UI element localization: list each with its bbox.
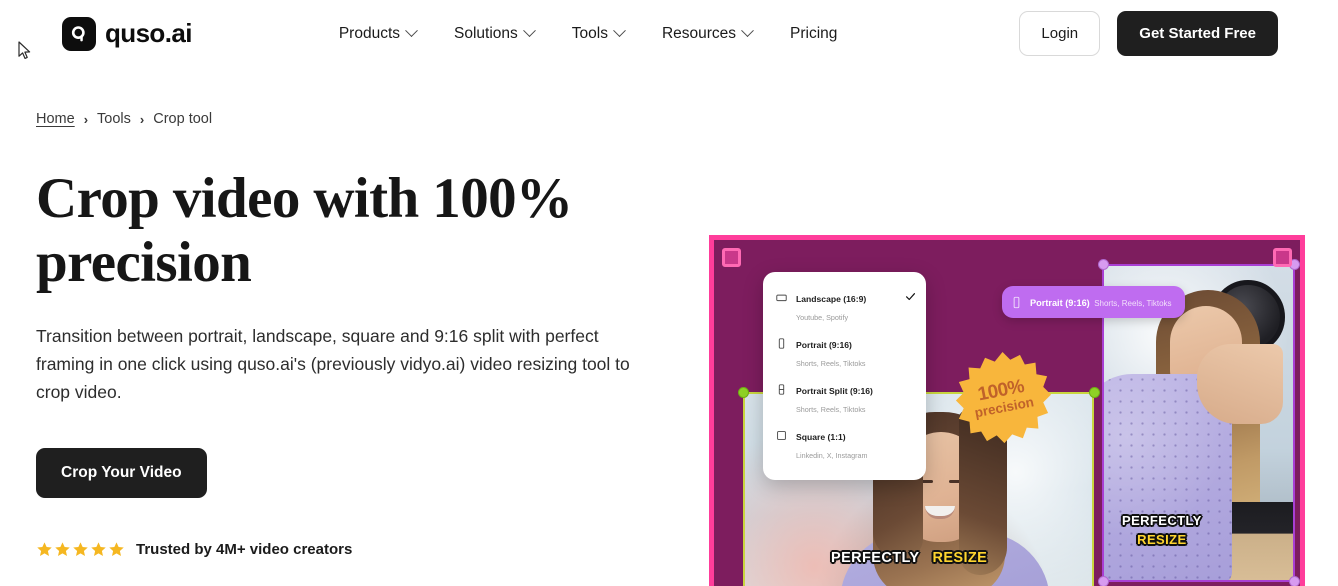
nav-item-solutions-label: Solutions xyxy=(454,24,518,42)
portrait-handle-top-left[interactable] xyxy=(1098,259,1109,270)
frame-handle-top-left[interactable] xyxy=(722,248,741,267)
nav-item-products-label: Products xyxy=(338,24,400,42)
checkmark-icon xyxy=(905,291,916,302)
caption-word-primary: PERFECTLY xyxy=(1122,513,1202,528)
caption-overlay-left: PERFECTLY RESIZE xyxy=(827,549,991,567)
nav-item-resources[interactable]: Resources xyxy=(661,24,754,43)
nav-item-solutions[interactable]: Solutions xyxy=(454,24,536,43)
crop-handle-top-left[interactable] xyxy=(738,387,749,398)
breadcrumb-item-home[interactable]: Home xyxy=(36,111,75,127)
aspect-ratio-dropdown[interactable]: Landscape (16:9) Youtube, Spotify Portra… xyxy=(763,272,926,480)
chevron-down-icon xyxy=(741,24,754,38)
aspect-option-portrait[interactable]: Portrait (9:16) Shorts, Reels, Tiktoks xyxy=(763,330,926,376)
get-started-free-button[interactable]: Get Started Free xyxy=(1117,11,1278,56)
crop-frame: PERFECTLY RESIZE PERFECTLY RESIZE 100% p… xyxy=(709,235,1305,586)
login-button[interactable]: Login xyxy=(1019,11,1101,56)
aspect-option-square[interactable]: Square (1:1) Linkedin, X, Instagram xyxy=(763,422,926,468)
aspect-option-text: Portrait (9:16) Shorts, Reels, Tiktoks xyxy=(796,335,915,371)
precision-badge: 100% precision xyxy=(954,350,1051,447)
nav-item-tools-label: Tools xyxy=(571,24,608,42)
brand-logo-link[interactable]: quso.ai xyxy=(62,16,192,51)
portrait-handle-bottom-right[interactable] xyxy=(1289,576,1300,586)
crop-handle-top-right[interactable] xyxy=(1089,387,1100,398)
breadcrumb-item-tools[interactable]: Tools xyxy=(97,111,131,127)
selected-aspect-badge[interactable]: Portrait (9:16) Shorts, Reels, Tiktoks xyxy=(1002,286,1185,318)
nav-item-tools[interactable]: Tools xyxy=(571,24,626,43)
breadcrumb-item-crop-tool: Crop tool xyxy=(153,111,213,127)
primary-nav-links: Products Solutions Tools Resources Prici… xyxy=(338,24,837,43)
aspect-option-subtitle: Linkedin, X, Instagram xyxy=(796,451,868,460)
chevron-down-icon xyxy=(405,24,418,38)
trust-text: Trusted by 4M+ video creators xyxy=(136,540,353,558)
aspect-option-text: Square (1:1) Linkedin, X, Instagram xyxy=(796,427,915,463)
selected-aspect-title: Portrait (9:16) xyxy=(1030,298,1090,308)
chevron-down-icon xyxy=(522,24,536,38)
mouse-cursor-icon xyxy=(18,41,31,59)
aspect-option-title: Square (1:1) xyxy=(796,432,846,442)
brand-name: quso.ai xyxy=(105,18,192,48)
aspect-option-subtitle: Shorts, Reels, Tiktoks xyxy=(796,405,866,414)
aspect-option-landscape[interactable]: Landscape (16:9) Youtube, Spotify xyxy=(763,284,926,330)
portrait-handle-bottom-left[interactable] xyxy=(1098,576,1109,586)
caption-word-primary: PERFECTLY xyxy=(831,550,920,566)
square-frame-icon xyxy=(776,430,787,441)
nav-item-products[interactable]: Products xyxy=(338,24,418,43)
star-icon xyxy=(108,541,125,558)
selected-aspect-text: Portrait (9:16) Shorts, Reels, Tiktoks xyxy=(1030,293,1172,311)
star-rating xyxy=(36,541,125,558)
breadcrumb: Home › Tools › Crop tool xyxy=(36,111,704,127)
quso-logo-icon xyxy=(62,16,96,51)
starburst-shape-icon xyxy=(955,351,1051,444)
page-content: Home › Tools › Crop tool Crop video with… xyxy=(0,67,1338,586)
caption-word-highlight: RESIZE xyxy=(932,550,988,566)
aspect-option-portrait-split[interactable]: Portrait Split (9:16) Shorts, Reels, Tik… xyxy=(763,376,926,422)
nav-item-pricing-label: Pricing xyxy=(790,24,838,42)
star-icon xyxy=(36,541,53,558)
nav-item-pricing[interactable]: Pricing xyxy=(790,25,837,43)
aspect-option-title: Portrait Split (9:16) xyxy=(796,386,873,396)
breadcrumb-separator-icon: › xyxy=(83,111,89,127)
aspect-option-title: Portrait (9:16) xyxy=(796,340,852,350)
social-proof: Trusted by 4M+ video creators xyxy=(36,541,704,558)
aspect-option-subtitle: Shorts, Reels, Tiktoks xyxy=(796,359,866,368)
selected-aspect-subtitle: Shorts, Reels, Tiktoks xyxy=(1094,299,1172,308)
star-icon xyxy=(90,541,107,558)
breadcrumb-separator-icon: › xyxy=(139,111,145,127)
aspect-option-text: Landscape (16:9) Youtube, Spotify xyxy=(796,289,915,325)
subject-arm xyxy=(1197,344,1283,424)
aspect-option-subtitle: Youtube, Spotify xyxy=(796,313,849,322)
nav-item-resources-label: Resources xyxy=(661,24,737,42)
chevron-down-icon xyxy=(613,24,626,38)
crop-tool-preview: PERFECTLY RESIZE PERFECTLY RESIZE 100% p… xyxy=(709,235,1305,586)
portrait-frame-icon xyxy=(776,338,787,349)
page-title: Crop video with 100% precision xyxy=(36,167,573,294)
aspect-option-title: Landscape (16:9) xyxy=(796,294,867,304)
top-navigation-bar: quso.ai Products Solutions Tools Resourc… xyxy=(0,0,1338,67)
caption-overlay-right: PERFECTLY RESIZE xyxy=(1118,512,1206,548)
star-icon xyxy=(54,541,71,558)
caption-word-highlight: RESIZE xyxy=(1137,532,1187,547)
aspect-option-text: Portrait Split (9:16) Shorts, Reels, Tik… xyxy=(796,381,915,417)
nav-action-buttons: Login Get Started Free xyxy=(1019,11,1278,56)
hero-text-column: Home › Tools › Crop tool Crop video with… xyxy=(36,67,704,558)
landscape-frame-icon xyxy=(776,292,787,303)
frame-handle-top-right[interactable] xyxy=(1273,248,1292,267)
star-icon xyxy=(72,541,89,558)
portrait-frame-icon xyxy=(1011,296,1022,309)
hero-description: Transition between portrait, landscape, … xyxy=(36,325,630,403)
portrait-split-frame-icon xyxy=(776,384,787,395)
crop-your-video-button[interactable]: Crop Your Video xyxy=(36,447,207,498)
